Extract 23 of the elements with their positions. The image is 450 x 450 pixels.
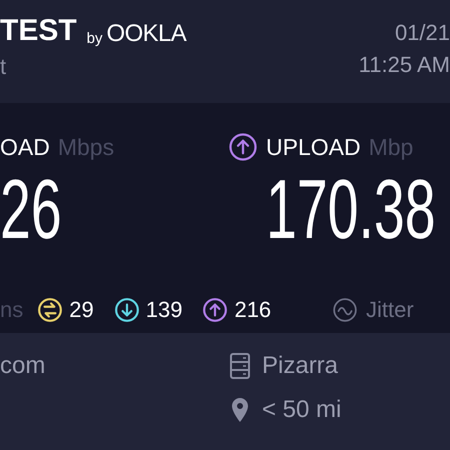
server-info-text: Pizarra: [262, 351, 338, 381]
ping-value: 139: [146, 296, 182, 324]
speed-value: 26: [0, 167, 62, 251]
brand-logo-text: TEST: [0, 16, 77, 46]
unit-label: Mbp: [368, 132, 414, 162]
subtitle-text: t: [0, 56, 8, 78]
time-text: 11:25 AM: [358, 54, 450, 76]
ping-unit-text: ns: [0, 296, 24, 324]
server-icon: [230, 353, 250, 379]
speed-value: 170.38: [266, 167, 436, 251]
brand-by-text: by: [86, 31, 103, 46]
jitter-label: Jitter: [366, 296, 414, 324]
date-text: 01/21: [394, 22, 450, 44]
ping-value: 216: [234, 296, 272, 324]
location-pin-icon: [231, 397, 249, 423]
wave-icon: [332, 296, 358, 323]
provider-text: com: [0, 353, 46, 379]
company-logo-text: OOKLA: [106, 22, 186, 46]
server-info-text: < 50 mi: [262, 395, 342, 425]
result-label: UPLOAD: [266, 132, 361, 162]
result-label: OAD: [0, 132, 50, 162]
unit-label: Mbps: [58, 132, 114, 162]
ping-value: 29: [69, 296, 94, 324]
